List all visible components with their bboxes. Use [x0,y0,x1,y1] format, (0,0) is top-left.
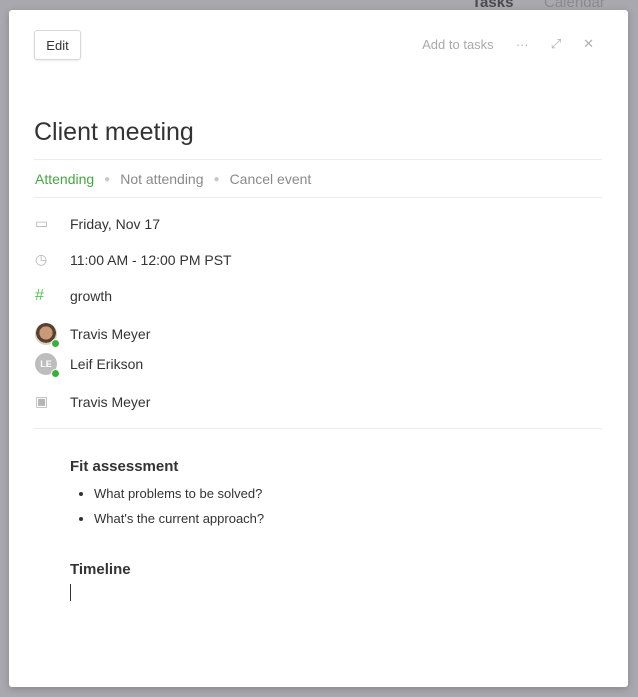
date-row: ▭ Friday, Nov 17 [35,215,160,232]
attendee-row[interactable]: LE Leif Erikson [35,353,144,378]
attendee-name: Travis Meyer [70,326,151,342]
contact-card-icon: ▣ [35,393,49,409]
attendee-name: Leif Erikson [70,356,144,372]
hash-icon: # [35,287,44,304]
add-to-tasks-button[interactable]: Add to tasks [422,37,494,52]
attendee-row[interactable]: Travis Meyer [35,323,151,348]
avatar-initials: LE [40,359,52,369]
divider [34,159,602,160]
event-time: 11:00 AM - 12:00 PM PST [70,251,232,268]
avatar [35,323,60,348]
notes-heading: Timeline [70,561,131,578]
notes-list: What problems to be solved? What's the c… [94,481,264,531]
close-icon[interactable]: ✕ [583,36,594,52]
list-item: What problems to be solved? [94,481,264,506]
edit-button[interactable]: Edit [34,30,81,60]
separator-dot: ● [213,173,220,185]
divider [34,197,602,198]
online-status-icon [51,369,60,378]
event-channel[interactable]: growth [70,288,112,304]
organizer-row: ▣ Travis Meyer [35,393,150,410]
avatar: LE [35,353,60,378]
notes-heading: Fit assessment [70,458,179,475]
event-modal: Edit Add to tasks ··· ⤢ ✕ Client meeting… [9,10,628,687]
rsvp-bar: Attending ● Not attending ● Cancel event [35,171,311,187]
divider [34,428,602,429]
organizer-name: Travis Meyer [70,393,151,410]
time-row: ◷ 11:00 AM - 12:00 PM PST [35,251,232,268]
event-title: Client meeting [34,118,194,146]
not-attending-button[interactable]: Not attending [120,171,203,187]
online-status-icon [51,339,60,348]
channel-row: # growth [35,287,112,305]
event-date: Friday, Nov 17 [70,215,160,232]
ellipsis-icon[interactable]: ··· [516,37,529,52]
cancel-event-button[interactable]: Cancel event [230,171,312,187]
calendar-icon: ▭ [35,215,49,231]
text-cursor [70,584,71,601]
clock-icon: ◷ [35,251,48,267]
notes-editor[interactable]: Fit assessment What problems to be solve… [70,458,264,601]
expand-icon[interactable]: ⤢ [551,36,561,52]
separator-dot: ● [104,173,111,185]
attending-button[interactable]: Attending [35,171,94,187]
list-item: What's the current approach? [94,506,264,531]
modal-toolbar: Add to tasks ··· ⤢ ✕ [422,36,594,52]
